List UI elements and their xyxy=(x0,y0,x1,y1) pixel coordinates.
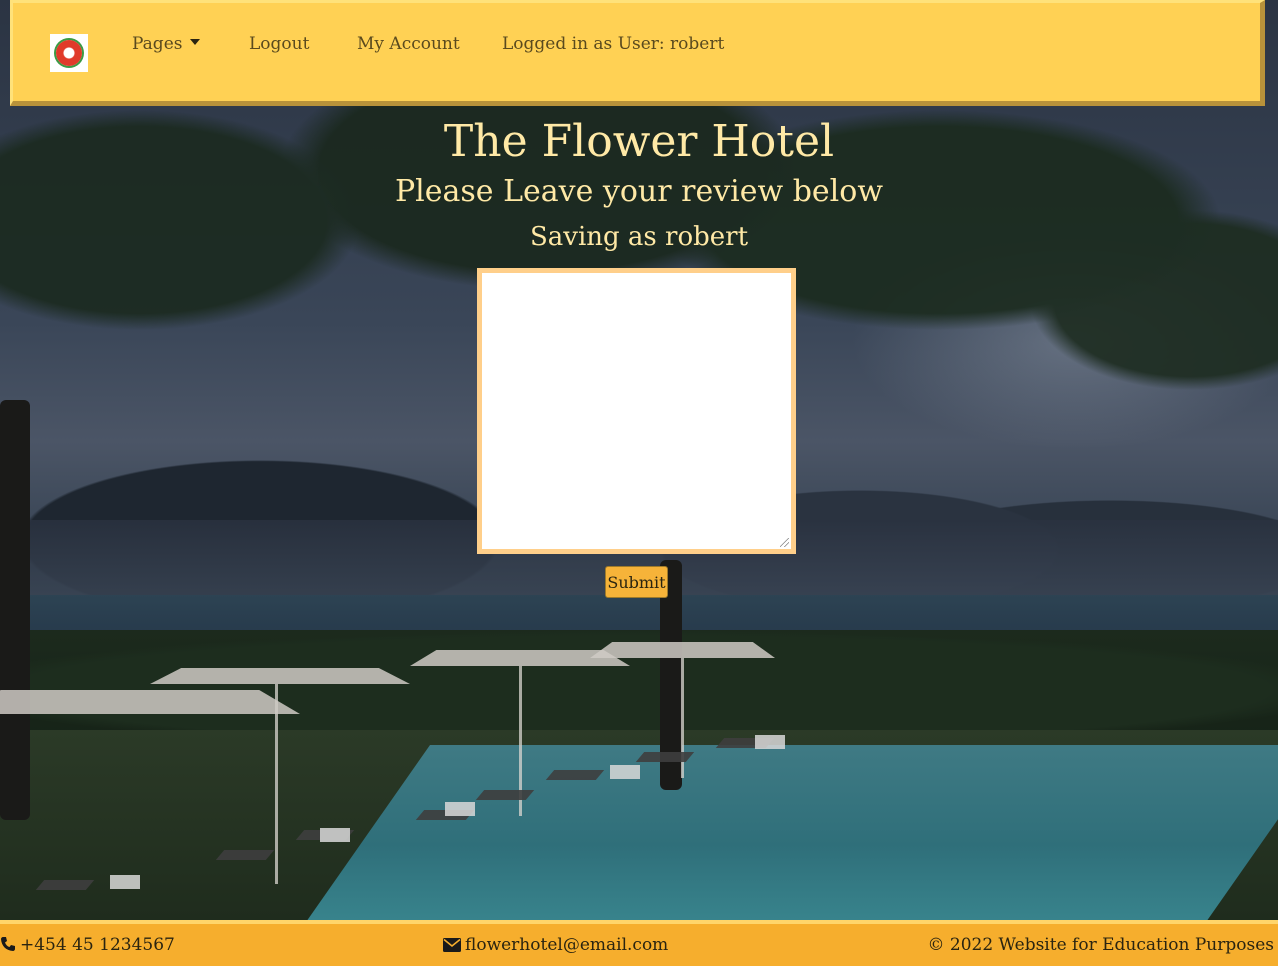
footer-email-text: flowerhotel@email.com xyxy=(465,935,669,955)
footer-phone: +454 45 1234567 xyxy=(0,935,175,955)
phone-icon xyxy=(1,937,15,951)
saving-as-text: Saving as robert xyxy=(529,222,749,252)
top-navbar: Pages Logout My Account Logged in as Use… xyxy=(10,0,1265,106)
logout-link[interactable]: Logout xyxy=(249,34,309,54)
caret-down-icon xyxy=(190,39,201,45)
pages-dropdown[interactable]: Pages xyxy=(132,34,201,54)
pages-dropdown-label: Pages xyxy=(132,34,183,54)
footer-phone-text: +454 45 1234567 xyxy=(20,935,175,955)
flower-logo-icon[interactable] xyxy=(50,34,88,72)
page-title: The Flower Hotel xyxy=(443,116,835,167)
logged-in-status: Logged in as User: robert xyxy=(502,34,725,54)
resize-grip-icon[interactable] xyxy=(780,538,789,547)
submit-button[interactable]: Submit xyxy=(605,566,668,598)
review-textarea[interactable] xyxy=(477,268,796,554)
page-subtitle: Please Leave your review below xyxy=(394,174,883,209)
footer: +454 45 1234567 flowerhotel@email.com © … xyxy=(0,920,1278,966)
my-account-link[interactable]: My Account xyxy=(357,34,460,54)
envelope-icon xyxy=(443,938,461,952)
footer-copyright: © 2022 Website for Education Purposes xyxy=(927,935,1274,955)
footer-email[interactable]: flowerhotel@email.com xyxy=(443,935,668,955)
